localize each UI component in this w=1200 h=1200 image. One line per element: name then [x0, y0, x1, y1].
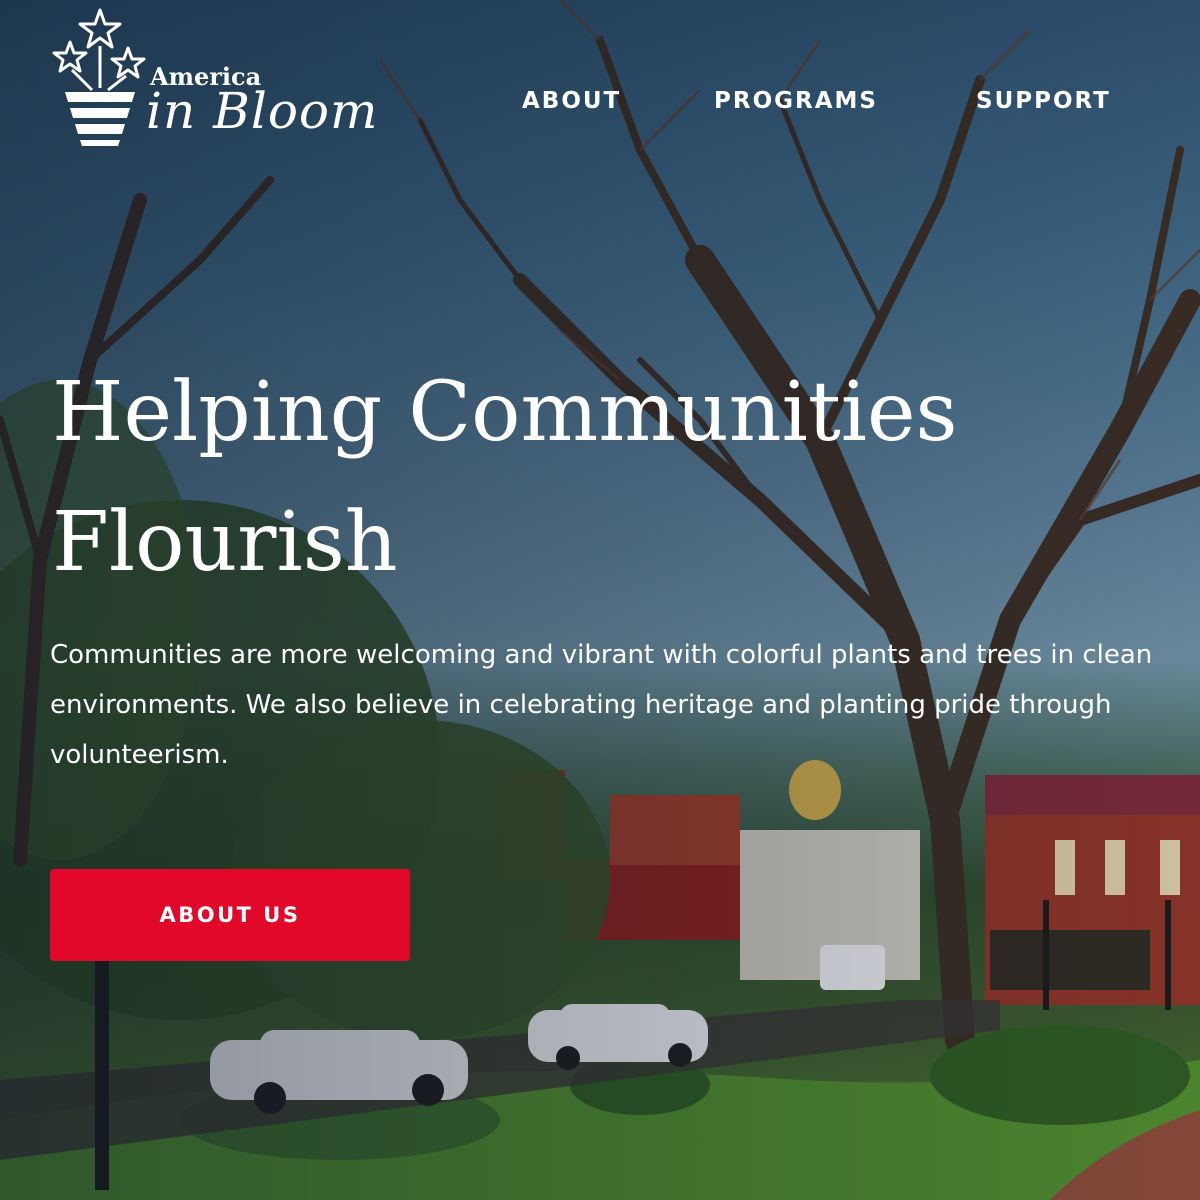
nav-item-support[interactable]: SUPPORT — [976, 88, 1111, 114]
logo-star-pot-icon — [52, 8, 146, 146]
hero-intro-line-2: environments. We also believe in celebra… — [50, 690, 1112, 720]
nav-item-about[interactable]: ABOUT — [522, 88, 621, 114]
nav-item-programs[interactable]: PROGRAMS — [714, 88, 878, 114]
about-us-button[interactable]: ABOUT US — [50, 869, 410, 961]
site-logo[interactable]: America in Bloom — [50, 6, 440, 156]
hero-intro-line-3: volunteerism. — [50, 740, 229, 770]
hero-headline: Helping Communities Flourish — [52, 348, 1192, 608]
hero-intro-line-1: Communities are more welcoming and vibra… — [50, 640, 1153, 670]
hero-section: America in Bloom ABOUT PROGRAMS SUPPORT … — [0, 0, 1200, 1200]
main-nav: ABOUT PROGRAMS SUPPORT — [0, 88, 1200, 128]
hero-headline-line-1: Helping Communities — [52, 365, 958, 460]
hero-headline-line-2: Flourish — [52, 495, 398, 590]
hero-intro-text: Communities are more welcoming and vibra… — [50, 630, 1200, 780]
